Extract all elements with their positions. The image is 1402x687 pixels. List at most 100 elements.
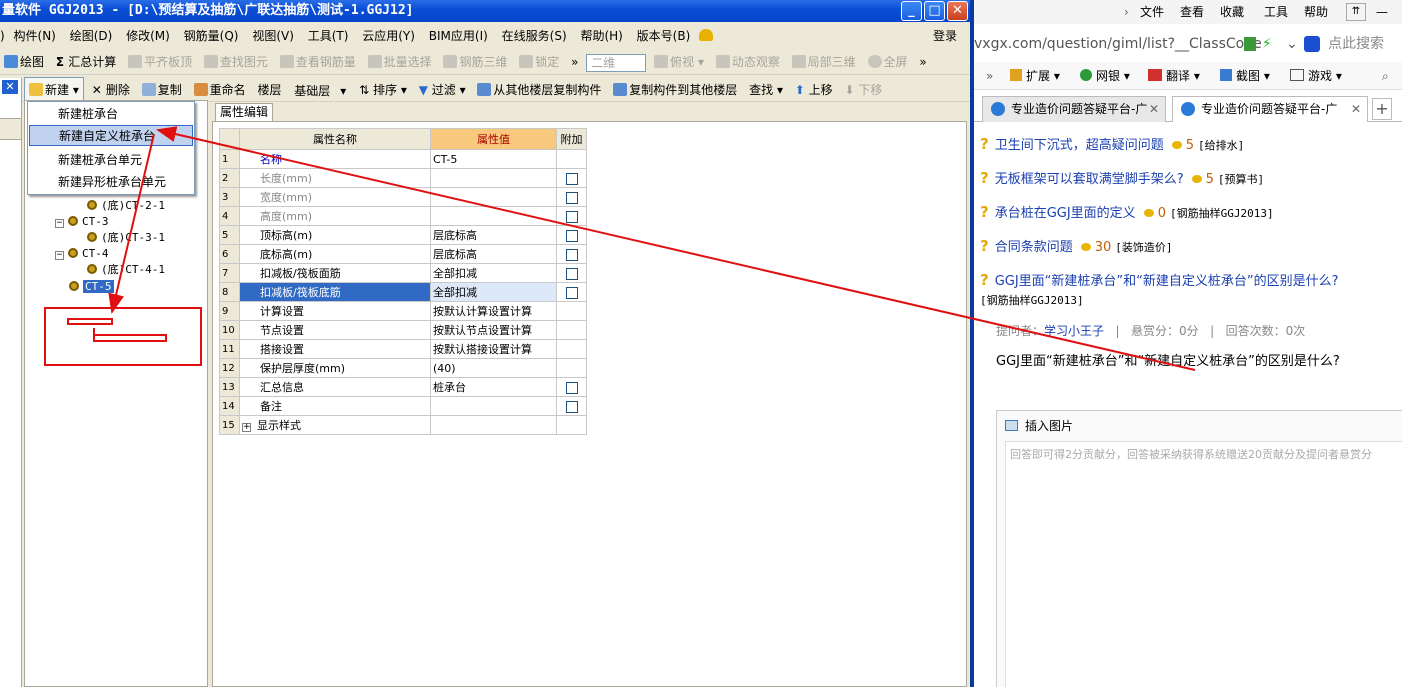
question-item-5-category[interactable]: [钢筋抽样GGJ2013]: [980, 292, 1084, 308]
menu-view[interactable]: 视图(V): [247, 24, 299, 48]
copy-from-floor-button[interactable]: 从其他楼层复制构件: [473, 78, 605, 103]
move-up-button[interactable]: ⬆ 上移: [791, 78, 837, 103]
browser-menu-favorites[interactable]: 收藏: [1220, 0, 1244, 24]
table-row[interactable]: 1 名称 CT-5: [219, 149, 587, 169]
browser-tab-1[interactable]: 专业造价问题答疑平台-广 ✕: [982, 96, 1166, 122]
flat-top-button[interactable]: 平齐板顶: [124, 50, 196, 75]
question-item-1[interactable]: ? 卫生间下沉式，超高疑问问题 5 [给排水]: [980, 134, 1244, 153]
browser-menu-view[interactable]: 查看: [1180, 0, 1204, 24]
menu-bim[interactable]: BIM应用(I): [424, 24, 493, 48]
dock-close-icon[interactable]: ✕: [2, 80, 18, 94]
qr-icon[interactable]: [1244, 37, 1256, 51]
menu-help[interactable]: 帮助(H): [575, 24, 627, 48]
insert-image-button[interactable]: 插入图片: [997, 411, 1402, 441]
rebar-3d-button[interactable]: 钢筋三维: [439, 50, 511, 75]
browser-menu-tools[interactable]: 工具: [1264, 0, 1288, 24]
search-placeholder[interactable]: 点此搜索: [1328, 30, 1384, 58]
table-row[interactable]: 9 计算设置 按默认计算设置计算: [219, 301, 587, 321]
table-row[interactable]: 4 高度(mm): [219, 206, 587, 226]
extra-checkbox[interactable]: [565, 172, 578, 185]
new-tab-button[interactable]: +: [1372, 98, 1392, 120]
dock-tab[interactable]: [0, 118, 21, 140]
baidu-paw-icon[interactable]: [1304, 36, 1320, 52]
view-rebar-button[interactable]: 查看钢筋量: [276, 50, 360, 75]
browser-tab-2[interactable]: 专业造价问题答疑平台-广 ✕: [1172, 96, 1368, 122]
helmet-icon[interactable]: [699, 29, 714, 41]
extra-checkbox[interactable]: [565, 400, 578, 413]
address-bar[interactable]: vxgx.com/question/giml/list?__ClassCode …: [974, 30, 1402, 58]
floor-select[interactable]: 基础层 ▾: [289, 82, 351, 100]
extra-checkbox[interactable]: [565, 248, 578, 261]
draw-button[interactable]: 绘图: [0, 50, 48, 75]
menu-cloud[interactable]: 云应用(Y): [357, 24, 420, 48]
toolbar-more-2[interactable]: »: [915, 50, 930, 75]
menu-item-new-pile-cap-unit[interactable]: 新建桩承台单元: [29, 150, 193, 171]
table-row[interactable]: 11 搭接设置 按默认搭接设置计算: [219, 339, 587, 359]
url-text[interactable]: vxgx.com/question/giml/list?__ClassCode: [974, 30, 1262, 58]
extra-checkbox[interactable]: [565, 210, 578, 223]
tab-close-icon[interactable]: ✕: [1149, 97, 1159, 121]
extra-checkbox[interactable]: [565, 381, 578, 394]
fav-screenshot[interactable]: 截图 ▾: [1220, 62, 1270, 90]
tree-item-ct-3-1[interactable]: (底)CT-3-1: [87, 231, 165, 245]
browser-menu-file[interactable]: 文件: [1140, 0, 1164, 24]
lightning-icon[interactable]: ⚡: [1262, 30, 1272, 58]
menu-item-new-irregular-pile-cap-unit[interactable]: 新建异形桩承台单元: [29, 172, 193, 193]
table-row[interactable]: 12 保护层厚度(mm) (40): [219, 358, 587, 378]
more-icon[interactable]: »: [986, 62, 993, 90]
table-row[interactable]: 7 扣减板/筏板面筋 全部扣减: [219, 263, 587, 283]
sort-button[interactable]: ⇅ 排序 ▾: [355, 78, 411, 103]
menu-component[interactable]: 构件(N): [9, 24, 61, 48]
dynamic-view-button[interactable]: 动态观察: [712, 50, 784, 75]
question-item-2[interactable]: ? 无板框架可以套取满堂脚手架么? 5 [预算书]: [980, 168, 1264, 187]
view-dim-select[interactable]: 二维: [586, 53, 647, 72]
local-3d-button[interactable]: 局部三维: [788, 50, 860, 75]
extra-checkbox[interactable]: [565, 191, 578, 204]
find-button[interactable]: 查找 ▾: [745, 78, 787, 103]
fav-extensions[interactable]: 扩展 ▾: [1010, 62, 1060, 90]
chevron-down-icon[interactable]: ⌄: [1286, 30, 1298, 58]
filter-button[interactable]: ▼ 过滤 ▾: [415, 78, 470, 103]
collapse-icon[interactable]: −: [55, 251, 64, 260]
table-row-selected[interactable]: 8 扣减板/筏板底筋 全部扣减: [219, 282, 587, 302]
batch-select-button[interactable]: 批量选择: [364, 50, 436, 75]
menu-online[interactable]: 在线服务(S): [497, 24, 572, 48]
table-row[interactable]: 15 + 显示样式: [219, 415, 587, 435]
fav-translate[interactable]: 翻译 ▾: [1148, 62, 1200, 90]
tab-property-edit[interactable]: 属性编辑: [215, 103, 274, 121]
maximize-button[interactable]: □: [924, 1, 945, 21]
extra-checkbox[interactable]: [565, 286, 578, 299]
toolbar-more-1[interactable]: »: [567, 50, 582, 75]
table-row[interactable]: 14 备注: [219, 396, 587, 416]
tree-item-ct-3[interactable]: − CT-3: [55, 215, 109, 229]
menu-modify[interactable]: 修改(M): [121, 24, 175, 48]
browser-menu-help[interactable]: 帮助: [1304, 0, 1328, 24]
fullscreen-button[interactable]: 全屏: [864, 50, 912, 75]
collapse-icon[interactable]: −: [55, 219, 64, 228]
expand-icon[interactable]: +: [242, 423, 251, 432]
table-row[interactable]: 10 节点设置 按默认节点设置计算: [219, 320, 587, 340]
menu-item-new-pile-cap[interactable]: 新建桩承台: [29, 104, 193, 125]
menu-version[interactable]: 版本号(B): [632, 24, 696, 48]
table-row[interactable]: 2 长度(mm): [219, 168, 587, 188]
question-item-5[interactable]: ? GGJ里面“新建桩承台”和“新建自定义桩承台”的区别是什么?: [980, 270, 1339, 289]
lock-button[interactable]: 锁定: [515, 50, 563, 75]
move-down-button[interactable]: ⬇ 下移: [841, 78, 887, 103]
tab-close-icon[interactable]: ✕: [1346, 97, 1361, 121]
close-button[interactable]: ✕: [947, 1, 968, 21]
browser-minimize-icon[interactable]: —: [1376, 0, 1388, 24]
tree-item-ct-4[interactable]: − CT-4: [55, 247, 109, 261]
menu-tools[interactable]: 工具(T): [303, 24, 354, 48]
table-row[interactable]: 6 底标高(m) 层底标高: [219, 244, 587, 264]
top-view-button[interactable]: 俯视 ▾: [650, 50, 708, 75]
minimize-button[interactable]: _: [901, 1, 922, 21]
sum-calc-button[interactable]: Σ 汇总计算: [52, 50, 120, 75]
table-row[interactable]: 13 汇总信息 桩承台: [219, 377, 587, 397]
asker-link[interactable]: 学习小王子: [1044, 324, 1104, 338]
pin-icon[interactable]: ⇈: [1346, 3, 1366, 21]
answer-textarea[interactable]: 回答即可得2分贡献分，回答被采纳获得系统赠送20贡献分及提问者悬赏分: [1005, 441, 1402, 687]
question-item-3[interactable]: ? 承台桩在GGJ里面的定义 0 [钢筋抽样GGJ2013]: [980, 202, 1274, 221]
tree-item-ct-5[interactable]: CT-5: [69, 280, 114, 294]
table-row[interactable]: 3 宽度(mm): [219, 187, 587, 207]
search-icon[interactable]: ⌕: [1382, 62, 1389, 90]
